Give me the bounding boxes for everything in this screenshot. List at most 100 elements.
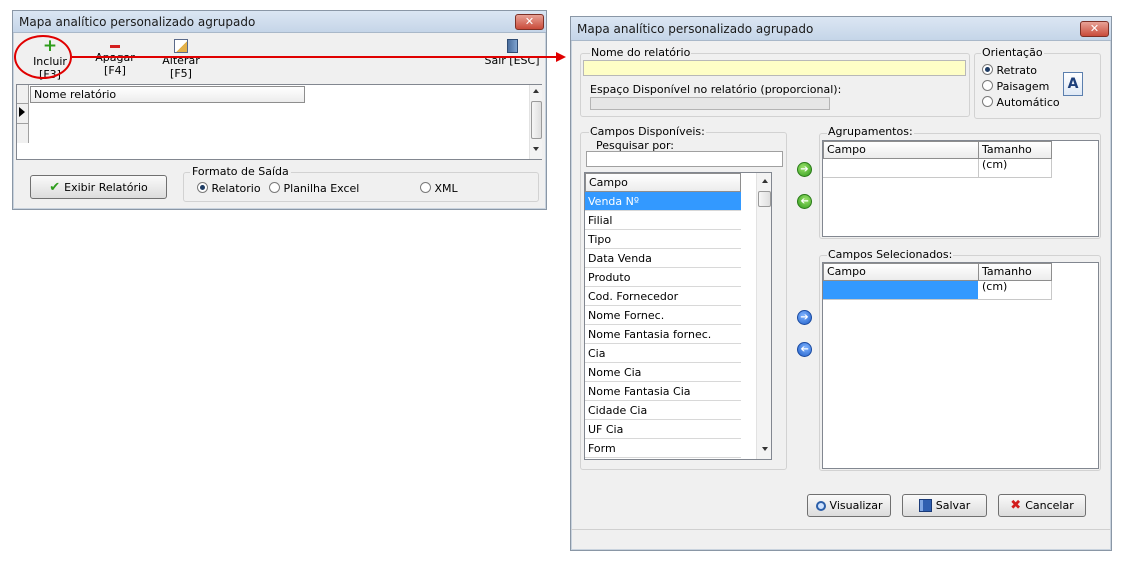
right-window: Mapa analítico personalizado agrupado ✕ … <box>570 16 1112 551</box>
left-titlebar: Mapa analítico personalizado agrupado ✕ <box>13 11 546 33</box>
campos-scroll-thumb[interactable] <box>758 191 771 207</box>
right-close-button[interactable]: ✕ <box>1080 21 1109 37</box>
radio-relatorio-dot[interactable] <box>197 182 208 193</box>
floppy-disk-icon <box>918 499 932 512</box>
radio-paisagem-dot[interactable] <box>982 80 993 91</box>
campo-list-item[interactable]: Data Venda <box>585 249 741 268</box>
campo-list-item[interactable]: Cod. Fornecedor <box>585 287 741 306</box>
radio-automatico[interactable]: Automático <box>982 96 1060 109</box>
campos-scroll-down-icon[interactable] <box>762 447 768 451</box>
campos-scrollbar[interactable] <box>756 173 771 459</box>
nome-label: Nome do relatório <box>590 46 692 59</box>
radio-planilha-dot[interactable] <box>269 182 280 193</box>
radio-xml[interactable]: XML <box>420 182 458 195</box>
selecionados-title: Campos Selecionados: <box>827 248 954 261</box>
campo-list-item[interactable]: Nome Fornec. <box>585 306 741 325</box>
right-window-title: Mapa analítico personalizado agrupado <box>577 22 814 36</box>
radio-paisagem[interactable]: Paisagem <box>982 80 1049 93</box>
cancel-x-icon: ✖ <box>1010 498 1022 513</box>
selecionados-row[interactable] <box>823 281 1052 300</box>
campo-list-item[interactable]: Nome Cia <box>585 363 741 382</box>
exibir-relatorio-button[interactable]: ✔ Exibir Relatório <box>30 175 167 199</box>
campo-list-item[interactable]: Form <box>585 439 741 458</box>
add-agrupamento-arrow-icon[interactable]: ➔ <box>797 162 812 177</box>
campo-list-item[interactable]: UF Cia <box>585 420 741 439</box>
remove-selecionado-arrow-icon[interactable]: ➔ <box>797 342 812 357</box>
salvar-button[interactable]: Salvar <box>902 494 987 517</box>
scroll-down-icon[interactable] <box>533 147 539 151</box>
exibir-relatorio-label: Exibir Relatório <box>64 180 148 194</box>
selecionados-row-selected-cell[interactable] <box>823 281 978 299</box>
cancelar-button[interactable]: ✖ Cancelar <box>998 494 1086 517</box>
exit-door-icon <box>506 39 518 53</box>
cancelar-label: Cancelar <box>1025 499 1074 512</box>
grid-scroll-thumb[interactable] <box>531 101 542 139</box>
left-window-title: Mapa analítico personalizado agrupado <box>19 15 256 29</box>
visualizar-label: Visualizar <box>829 499 883 512</box>
right-status-divider <box>571 529 1111 530</box>
selecionados-grid[interactable]: Campo Tamanho (cm) <box>822 262 1099 469</box>
radio-automatico-label: Automático <box>996 96 1060 109</box>
left-window: Mapa analítico personalizado agrupado ✕ … <box>12 10 547 210</box>
radio-relatorio[interactable]: Relatorio <box>197 182 261 195</box>
agrupamentos-title: Agrupamentos: <box>827 125 914 138</box>
pesquisar-input[interactable] <box>586 151 783 167</box>
edit-icon <box>174 39 188 53</box>
campos-disponiveis-title: Campos Disponíveis: <box>589 125 706 138</box>
left-close-button[interactable]: ✕ <box>515 14 544 30</box>
campos-disponiveis-list[interactable]: Campo Venda Nº Filial Tipo Data Venda Produt… <box>584 172 772 460</box>
salvar-label: Salvar <box>935 499 971 512</box>
agrupamentos-col-campo[interactable]: Campo <box>823 141 979 159</box>
campos-col-header[interactable]: Campo <box>585 173 741 192</box>
radio-planilha[interactable]: Planilha Excel <box>269 182 359 195</box>
page-orientation-icon: A <box>1063 72 1083 96</box>
add-selecionado-arrow-icon[interactable]: ➔ <box>797 310 812 325</box>
campos-scroll-up-icon[interactable] <box>762 179 768 183</box>
grid-header-nome[interactable]: Nome relatório <box>30 86 305 103</box>
radio-planilha-label: Planilha Excel <box>283 182 360 195</box>
grid-scrollbar[interactable] <box>529 85 542 159</box>
radio-retrato[interactable]: Retrato <box>982 64 1037 77</box>
annotation-arrow-line <box>72 56 556 58</box>
espaco-progress <box>590 97 830 110</box>
scroll-up-icon[interactable] <box>533 89 539 93</box>
selecionados-col-tamanho[interactable]: Tamanho (cm) <box>978 263 1052 293</box>
checkmark-icon: ✔ <box>49 179 61 195</box>
radio-retrato-label: Retrato <box>996 64 1038 77</box>
magnifier-icon <box>815 500 826 511</box>
apagar-button[interactable]: Apagar [F4] <box>83 37 147 77</box>
campo-list-item[interactable]: Cia <box>585 344 741 363</box>
agrupamentos-grid[interactable]: Campo Tamanho (cm) <box>822 140 1099 237</box>
radio-xml-dot[interactable] <box>420 182 431 193</box>
agrupamentos-row[interactable] <box>823 159 1052 178</box>
right-titlebar: Mapa analítico personalizado agrupado ✕ <box>571 17 1111 41</box>
current-row-arrow-icon <box>19 107 25 117</box>
campo-list-item[interactable]: Tipo <box>585 230 741 249</box>
annotation-arrow-head <box>556 52 566 62</box>
nome-input[interactable] <box>583 60 966 76</box>
sair-button[interactable]: Sair [ESC] <box>483 37 541 73</box>
campo-list-item[interactable]: Filial <box>585 211 741 230</box>
campo-list-item[interactable]: Cidade Cia <box>585 401 741 420</box>
alterar-button[interactable]: Alterar [F5] <box>151 37 211 80</box>
formato-saida-title: Formato de Saída <box>190 165 291 178</box>
apagar-label: Apagar [F4] <box>95 51 135 77</box>
visualizar-button[interactable]: Visualizar <box>807 494 891 517</box>
orientacao-title: Orientação <box>981 46 1044 59</box>
remove-agrupamento-arrow-icon[interactable]: ➔ <box>797 194 812 209</box>
campo-list-item[interactable]: Venda Nº <box>585 192 741 211</box>
espaco-label: Espaço Disponível no relatório (proporci… <box>590 83 842 96</box>
selecionados-col-campo[interactable]: Campo <box>823 263 979 281</box>
radio-paisagem-label: Paisagem <box>996 80 1050 93</box>
agrupamentos-col-tamanho[interactable]: Tamanho (cm) <box>978 141 1052 171</box>
minus-icon <box>110 45 120 48</box>
campo-list-item[interactable]: Nome Fantasia fornec. <box>585 325 741 344</box>
radio-xml-label: XML <box>434 182 458 195</box>
radio-retrato-dot[interactable] <box>982 64 993 75</box>
campo-list-item[interactable]: Nome Fantasia Cia <box>585 382 741 401</box>
radio-automatico-dot[interactable] <box>982 96 993 107</box>
grid-row-indicator <box>17 85 29 143</box>
campo-list-item[interactable]: Produto <box>585 268 741 287</box>
relatorios-grid[interactable]: Nome relatório <box>16 84 542 160</box>
radio-relatorio-label: Relatorio <box>211 182 261 195</box>
